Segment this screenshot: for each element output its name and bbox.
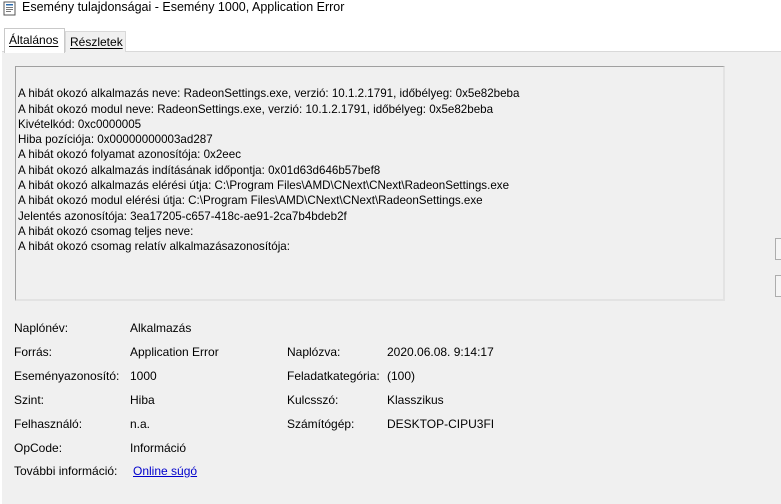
user-value: n.a. (130, 417, 151, 431)
source-value: Application Error (130, 345, 219, 359)
side-button-lower[interactable] (775, 275, 781, 297)
tab-general-label: Általános (9, 33, 59, 47)
event-description-text: A hibát okozó alkalmazás neve: RadeonSet… (18, 71, 519, 285)
description-line: A hibát okozó modul neve: RadeonSettings… (18, 102, 494, 116)
task-category-value: (100) (387, 369, 416, 383)
event-id-value: 1000 (130, 369, 157, 383)
event-id-label: Eseményazonosító: (14, 369, 120, 383)
logged-label: Naplózva: (287, 345, 341, 359)
event-viewer-icon (3, 1, 16, 16)
online-help-link[interactable]: Online súgó (133, 464, 197, 478)
user-label: Felhasználó: (14, 417, 83, 431)
description-line: A hibát okozó csomag relatív alkalmazása… (18, 240, 290, 254)
log-name-label: Naplónév: (14, 321, 69, 335)
level-label: Szint: (14, 393, 45, 407)
description-line: A hibát okozó modul elérési útja: C:\Pro… (18, 194, 483, 208)
description-line: Hiba pozíciója: 0x00000000003ad287 (18, 133, 213, 147)
title-bar: Esemény tulajdonságai - Esemény 1000, Ap… (0, 0, 781, 20)
log-name-value: Alkalmazás (130, 321, 192, 335)
logged-value: 2020.06.08. 9:14:17 (387, 345, 494, 359)
description-line: A hibát okozó alkalmazás neve: RadeonSet… (18, 87, 520, 101)
keywords-label: Kulcsszó: (287, 393, 339, 407)
event-description-box[interactable]: A hibát okozó alkalmazás neve: RadeonSet… (15, 66, 725, 301)
level-value: Hiba (130, 393, 155, 407)
more-info-label: További információ: (14, 464, 118, 478)
task-category-label: Feladatkategória: (287, 369, 380, 383)
tab-details-label: Részletek (70, 35, 123, 49)
tab-general[interactable]: Általános (4, 28, 65, 53)
description-line: A hibát okozó alkalmazás elérési útja: C… (18, 179, 510, 193)
source-label: Forrás: (14, 345, 53, 359)
description-line: Kivételkód: 0xc0000005 (18, 117, 142, 131)
opcode-label: OpCode: (14, 441, 63, 455)
keywords-value: Klasszikus (387, 393, 444, 407)
side-button-upper[interactable] (775, 238, 781, 260)
opcode-value: Információ (130, 441, 187, 455)
description-line: A hibát okozó folyamat azonosítója: 0x2e… (18, 148, 241, 162)
window-title: Esemény tulajdonságai - Esemény 1000, Ap… (22, 0, 345, 14)
tab-details[interactable]: Részletek (65, 31, 126, 52)
description-line: A hibát okozó alkalmazás indításának idő… (18, 163, 381, 177)
description-line: A hibát okozó csomag teljes neve: (18, 224, 194, 238)
computer-value: DESKTOP-CIPU3FI (387, 417, 495, 431)
description-line: Jelentés azonosítója: 3ea17205-c657-418c… (18, 209, 347, 223)
computer-label: Számítógép: (287, 417, 355, 431)
